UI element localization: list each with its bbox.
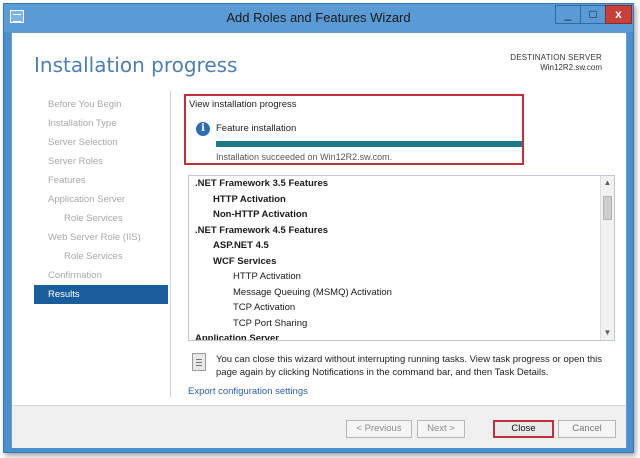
info-icon: i: [196, 122, 210, 136]
previous-button[interactable]: < Previous: [346, 420, 412, 438]
sidebar-item-results[interactable]: Results: [34, 285, 168, 304]
cancel-button[interactable]: Cancel: [558, 420, 616, 438]
sidebar-item-role-services[interactable]: Role Services: [34, 209, 168, 228]
sidebar-item-server-selection[interactable]: Server Selection: [34, 133, 168, 152]
nav-divider: [170, 91, 171, 397]
features-list-content: .NET Framework 3.5 Features HTTP Activati…: [189, 176, 599, 341]
sidebar-item-confirmation[interactable]: Confirmation: [34, 266, 168, 285]
title-bar[interactable]: Add Roles and Features Wizard _ □ x: [4, 4, 633, 32]
notification-flag-icon: [192, 353, 206, 371]
list-item: TCP Activation: [233, 302, 296, 313]
list-item: HTTP Activation: [213, 193, 286, 205]
page-title: Installation progress: [34, 53, 238, 77]
scroll-down-arrow-icon[interactable]: ▼: [601, 326, 614, 340]
installation-status-text: Installation succeeded on Win12R2.sw.com…: [216, 152, 393, 162]
vertical-scrollbar[interactable]: ▲ ▼: [600, 176, 614, 340]
list-item: Message Queuing (MSMQ) Activation: [233, 286, 392, 298]
sidebar-item-web-server-role-iis[interactable]: Web Server Role (IIS): [34, 228, 168, 247]
sidebar-item-role-services[interactable]: Role Services: [34, 247, 168, 266]
progress-heading: View installation progress: [189, 99, 297, 110]
window-title: Add Roles and Features Wizard: [226, 10, 411, 25]
progress-bar-fill: [216, 141, 522, 147]
close-window-button[interactable]: x: [605, 5, 632, 24]
export-configuration-link[interactable]: Export configuration settings: [188, 386, 308, 397]
sidebar-item-before-you-begin[interactable]: Before You Begin: [34, 95, 168, 114]
wizard-content: Installation progress DESTINATION SERVER…: [11, 32, 627, 448]
list-item: WCF Services: [213, 255, 277, 267]
maximize-button[interactable]: □: [580, 5, 606, 24]
list-item: ASP.NET 4.5: [213, 240, 269, 251]
wizard-steps-nav: Before You Begin Installation Type Server …: [34, 95, 168, 304]
sidebar-item-application-server[interactable]: Application Server: [34, 190, 168, 209]
minimize-button[interactable]: _: [555, 5, 581, 24]
list-item: TCP Port Sharing: [233, 317, 308, 329]
sidebar-item-features[interactable]: Features: [34, 171, 168, 190]
close-wizard-note: You can close this wizard without interr…: [216, 354, 603, 378]
sidebar-item-server-roles[interactable]: Server Roles: [34, 152, 168, 171]
destination-server-label: DESTINATION SERVER: [510, 53, 602, 62]
list-item: Non-HTTP Activation: [213, 209, 308, 220]
next-button[interactable]: Next >: [417, 420, 465, 438]
scroll-up-arrow-icon[interactable]: ▲: [601, 176, 614, 190]
progress-bar: [216, 141, 522, 147]
wizard-footer: < Previous Next > Close Cancel: [12, 405, 626, 448]
scrollbar-thumb[interactable]: [603, 196, 612, 220]
destination-server-value: Win12R2.sw.com: [540, 63, 602, 72]
wizard-window: Add Roles and Features Wizard _ □ x Inst…: [3, 3, 634, 453]
feature-installation-label: Feature installation: [216, 123, 297, 134]
installed-features-list[interactable]: .NET Framework 3.5 Features HTTP Activati…: [188, 175, 615, 341]
list-item: HTTP Activation: [233, 271, 301, 282]
close-button[interactable]: Close: [493, 420, 554, 438]
list-item: .NET Framework 4.5 Features: [195, 224, 329, 236]
installation-progress-panel: View installation progress i Feature ins…: [184, 94, 524, 165]
list-item: Application Server: [195, 333, 279, 341]
list-item: .NET Framework 3.5 Features: [195, 178, 329, 189]
sidebar-item-installation-type[interactable]: Installation Type: [34, 114, 168, 133]
